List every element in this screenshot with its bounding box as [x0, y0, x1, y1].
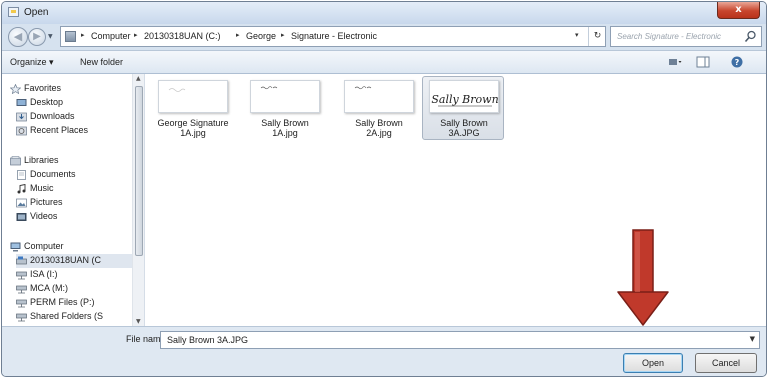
tree-label: Desktop	[30, 97, 64, 107]
help-icon[interactable]: ?	[730, 56, 744, 68]
dialog-footer: File name: Sally Brown 3A.JPG ▼ Open Can…	[2, 326, 766, 376]
chevron-down-icon[interactable]: ▼	[750, 335, 755, 343]
title-bar: Open x	[2, 2, 766, 24]
tree-label: Recent Places	[30, 125, 89, 135]
tree-label: Videos	[30, 211, 58, 221]
breadcrumb-separator-icon[interactable]: ▸	[81, 31, 85, 39]
network-drive-icon	[16, 285, 27, 294]
network-drive-icon	[16, 299, 27, 308]
scroll-down-icon[interactable]: ▼	[136, 318, 141, 325]
back-button[interactable]: ◀	[8, 27, 28, 47]
cancel-button[interactable]: Cancel	[695, 353, 757, 373]
tree-item-drive-c[interactable]: 20130318UAN (C	[16, 254, 132, 268]
search-placeholder: Search Signature - Electronic	[617, 32, 722, 41]
signature-image-text: Sally Brown	[431, 93, 498, 106]
file-item[interactable]: Sally Brown 1A.jpg	[244, 77, 326, 141]
network-drive-icon	[16, 313, 27, 322]
tree-label: Documents	[30, 169, 76, 179]
search-icon[interactable]	[744, 30, 757, 43]
tree-label: Music	[30, 183, 54, 193]
navigation-bar: ◀ ▶ ▼ ▸ Computer ▸ 20130318UAN (C:) ▸ Ge…	[2, 24, 766, 50]
breadcrumb-separator-icon[interactable]: ▸	[281, 31, 285, 39]
hard-drive-icon	[16, 256, 27, 265]
documents-icon	[17, 170, 26, 180]
tree-label: Pictures	[30, 197, 63, 207]
file-name-value: Sally Brown 3A.JPG	[167, 335, 249, 345]
address-bar[interactable]: ▸ Computer ▸ 20130318UAN (C:) ▸ George ▸…	[60, 26, 606, 47]
new-folder-button[interactable]: New folder	[80, 57, 123, 67]
open-button[interactable]: Open	[623, 353, 683, 373]
tree-label: MCA (M:)	[30, 283, 68, 293]
file-name: George Signature 1A.jpg	[157, 118, 229, 138]
desktop-icon	[16, 99, 27, 106]
breadcrumb-george[interactable]: George	[246, 31, 276, 41]
file-item[interactable]: George Signature 1A.jpg	[152, 77, 234, 141]
breadcrumb-drive[interactable]: 20130318UAN (C:)	[144, 31, 221, 41]
file-name: Sally Brown 2A.jpg	[355, 118, 403, 138]
pictures-icon	[16, 198, 27, 208]
network-drive-icon	[16, 271, 27, 280]
libraries-icon	[10, 156, 21, 166]
videos-icon	[16, 213, 27, 221]
refresh-button[interactable]: ↻	[588, 27, 606, 46]
dialog-icon	[8, 7, 19, 17]
star-icon	[10, 84, 21, 94]
scrollbar-thumb[interactable]	[135, 86, 143, 256]
computer-icon	[10, 242, 21, 252]
file-item-selected[interactable]: Sally Brown Sally Brown 3A.JPG	[422, 76, 504, 140]
breadcrumb-separator-icon[interactable]: ▸	[134, 31, 138, 39]
file-name: Sally Brown 3A.JPG	[440, 118, 488, 138]
command-toolbar: Organize ▾ New folder ?	[2, 50, 766, 74]
tree-label: Libraries	[24, 155, 59, 165]
tree-label: PERM Files (P:)	[30, 297, 95, 307]
recent-pages-icon[interactable]: ▼	[48, 33, 53, 40]
tree-label: Downloads	[30, 111, 75, 121]
music-icon	[17, 184, 26, 194]
signature-thumbnail	[344, 80, 414, 113]
computer-icon	[65, 31, 76, 42]
signature-thumbnail: Sally Brown	[429, 80, 499, 113]
forward-button[interactable]: ▶	[28, 28, 46, 46]
scroll-up-icon[interactable]: ▲	[136, 75, 141, 82]
recent-places-icon	[16, 126, 27, 136]
close-button[interactable]: x	[717, 2, 760, 19]
file-name: Sally Brown 1A.jpg	[261, 118, 309, 138]
tree-label: Favorites	[24, 83, 62, 93]
tree-label: Shared Folders (S	[30, 311, 104, 321]
breadcrumb-computer[interactable]: Computer	[91, 31, 131, 41]
svg-text:?: ?	[735, 58, 740, 67]
preview-pane-icon[interactable]	[696, 56, 710, 68]
search-input[interactable]: Search Signature - Electronic	[610, 26, 762, 47]
navigation-pane: Favorites Desktop Downloads Recent Place…	[2, 74, 145, 326]
signature-thumbnail	[250, 80, 320, 113]
address-dropdown-icon[interactable]: ▾	[575, 31, 579, 39]
view-options-icon[interactable]	[668, 56, 682, 68]
downloads-icon	[16, 112, 27, 122]
red-arrow-annotation	[617, 229, 669, 326]
navigation-scrollbar[interactable]: ▲ ▼	[132, 74, 144, 326]
window-title: Open	[24, 7, 49, 18]
tree-label: ISA (I:)	[30, 269, 58, 279]
breadcrumb-separator-icon[interactable]: ▸	[236, 31, 240, 39]
file-item[interactable]: Sally Brown 2A.jpg	[338, 77, 420, 141]
tree-label: 20130318UAN (C	[30, 255, 102, 265]
file-name-field[interactable]: Sally Brown 3A.JPG ▼	[160, 331, 760, 349]
breadcrumb-signature-electronic[interactable]: Signature - Electronic	[291, 31, 377, 41]
tree-label: Computer	[24, 241, 64, 251]
signature-thumbnail	[158, 80, 228, 113]
organize-menu[interactable]: Organize ▾	[10, 57, 54, 68]
